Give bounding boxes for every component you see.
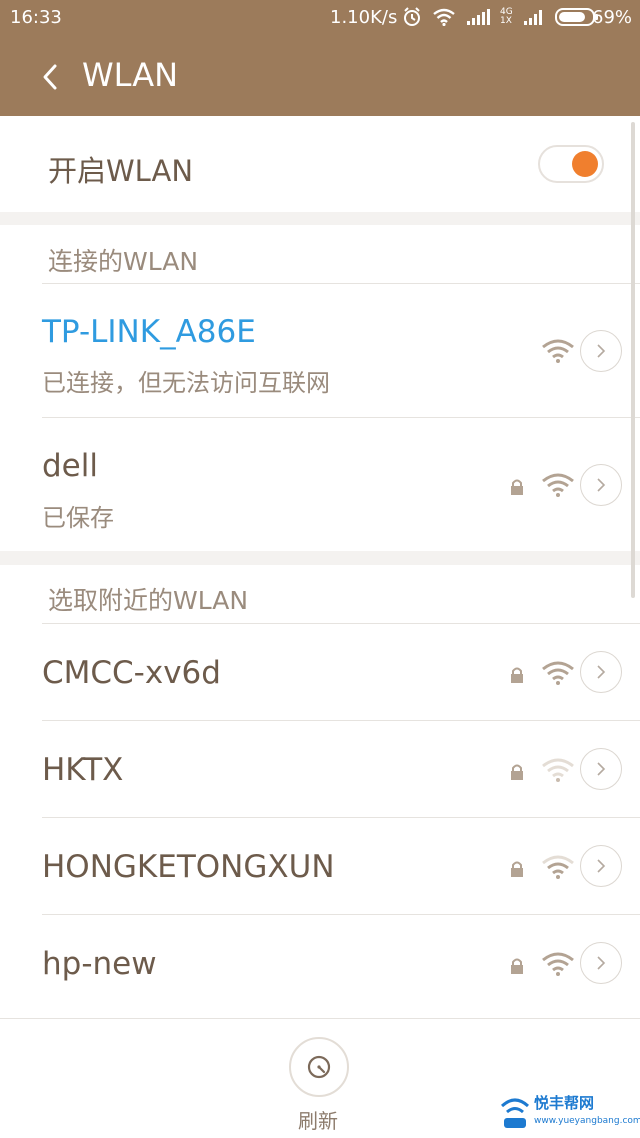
network-detail-button[interactable] (580, 942, 622, 984)
page-title: WLAN (82, 56, 179, 94)
network-row-cmcc[interactable]: CMCC-xv6d (0, 624, 640, 720)
nearby-wlan-header: 选取附近的WLAN (48, 586, 249, 615)
wifi-signal-strong-icon (542, 473, 574, 497)
lock-icon (511, 861, 523, 877)
network-name: TP-LINK_A86E (42, 314, 256, 350)
network-type-badge: 4G 1X (500, 8, 513, 26)
network-status: 已连接，但无法访问互联网 (42, 369, 330, 397)
network-name: dell (42, 448, 98, 484)
refresh-button[interactable] (289, 1037, 349, 1097)
network-name: hp-new (42, 946, 157, 982)
watermark-logo-icon (500, 1098, 530, 1128)
wifi-signal-strong-icon (542, 661, 574, 685)
status-icons: 4G 1X (402, 7, 599, 27)
lock-icon (511, 764, 523, 780)
network-detail-button[interactable] (580, 845, 622, 887)
network-detail-button[interactable] (580, 651, 622, 693)
signal-bars-2-icon (523, 10, 542, 25)
network-name: HONGKETONGXUN (42, 849, 335, 885)
wlan-toggle-switch[interactable] (538, 145, 604, 183)
wifi-signal-weak-icon (542, 758, 574, 782)
app-bar: WLAN (0, 36, 640, 116)
wifi-status-icon (433, 8, 455, 26)
network-row-tp-link[interactable]: TP-LINK_A86E 已连接，但无法访问互联网 (0, 284, 640, 417)
wifi-signal-strong-icon (542, 339, 574, 363)
wifi-signal-medium-icon (542, 855, 574, 879)
status-bar: 16:33 1.10K/s 4G 1X 69% (0, 0, 640, 36)
status-time: 16:33 (10, 7, 62, 28)
chevron-right-icon (597, 665, 606, 679)
status-speed: 1.10K/s (330, 7, 398, 28)
network-row-hp-new[interactable]: hp-new (0, 915, 640, 1011)
refresh-label: 刷新 (298, 1109, 338, 1133)
network-detail-button[interactable] (580, 330, 622, 372)
refresh-gauge-icon (307, 1055, 331, 1079)
watermark: 悦丰帮网 www.yueyangbang.com (498, 1090, 640, 1138)
alarm-icon (404, 7, 420, 26)
connected-wlan-header: 连接的WLAN (48, 247, 199, 276)
network-detail-button[interactable] (580, 748, 622, 790)
chevron-right-icon (597, 478, 606, 492)
network-row-hongketongxun[interactable]: HONGKETONGXUN (0, 818, 640, 914)
signal-bars-icon (467, 9, 490, 25)
toggle-knob (572, 151, 598, 177)
lock-icon (511, 667, 523, 683)
nearby-wlan-section: 选取附近的WLAN CMCC-xv6d HKTX HONGKETONGXUN h… (0, 565, 640, 1018)
lock-icon (511, 479, 523, 495)
network-detail-button[interactable] (580, 464, 622, 506)
battery-percent: 69% (592, 7, 633, 28)
chevron-right-icon (597, 344, 606, 358)
watermark-text: 悦丰帮网 (534, 1094, 595, 1112)
network-name: CMCC-xv6d (42, 655, 221, 691)
chevron-right-icon (597, 859, 606, 873)
network-row-hktx[interactable]: HKTX (0, 721, 640, 817)
network-row-dell[interactable]: dell 已保存 (0, 418, 640, 551)
network-type-bottom: 1X (500, 16, 512, 26)
back-arrow-icon[interactable] (38, 60, 62, 94)
connected-wlan-section: 连接的WLAN TP-LINK_A86E 已连接，但无法访问互联网 dell 已… (0, 225, 640, 551)
wlan-toggle-label: 开启WLAN (48, 154, 194, 188)
chevron-right-icon (597, 956, 606, 970)
watermark-url: www.yueyangbang.com (534, 1116, 640, 1126)
scrollbar[interactable] (631, 122, 635, 598)
network-status: 已保存 (42, 504, 114, 532)
chevron-right-icon (597, 762, 606, 776)
lock-icon (511, 958, 523, 974)
network-name: HKTX (42, 752, 124, 788)
wifi-signal-strong-icon (542, 952, 574, 976)
